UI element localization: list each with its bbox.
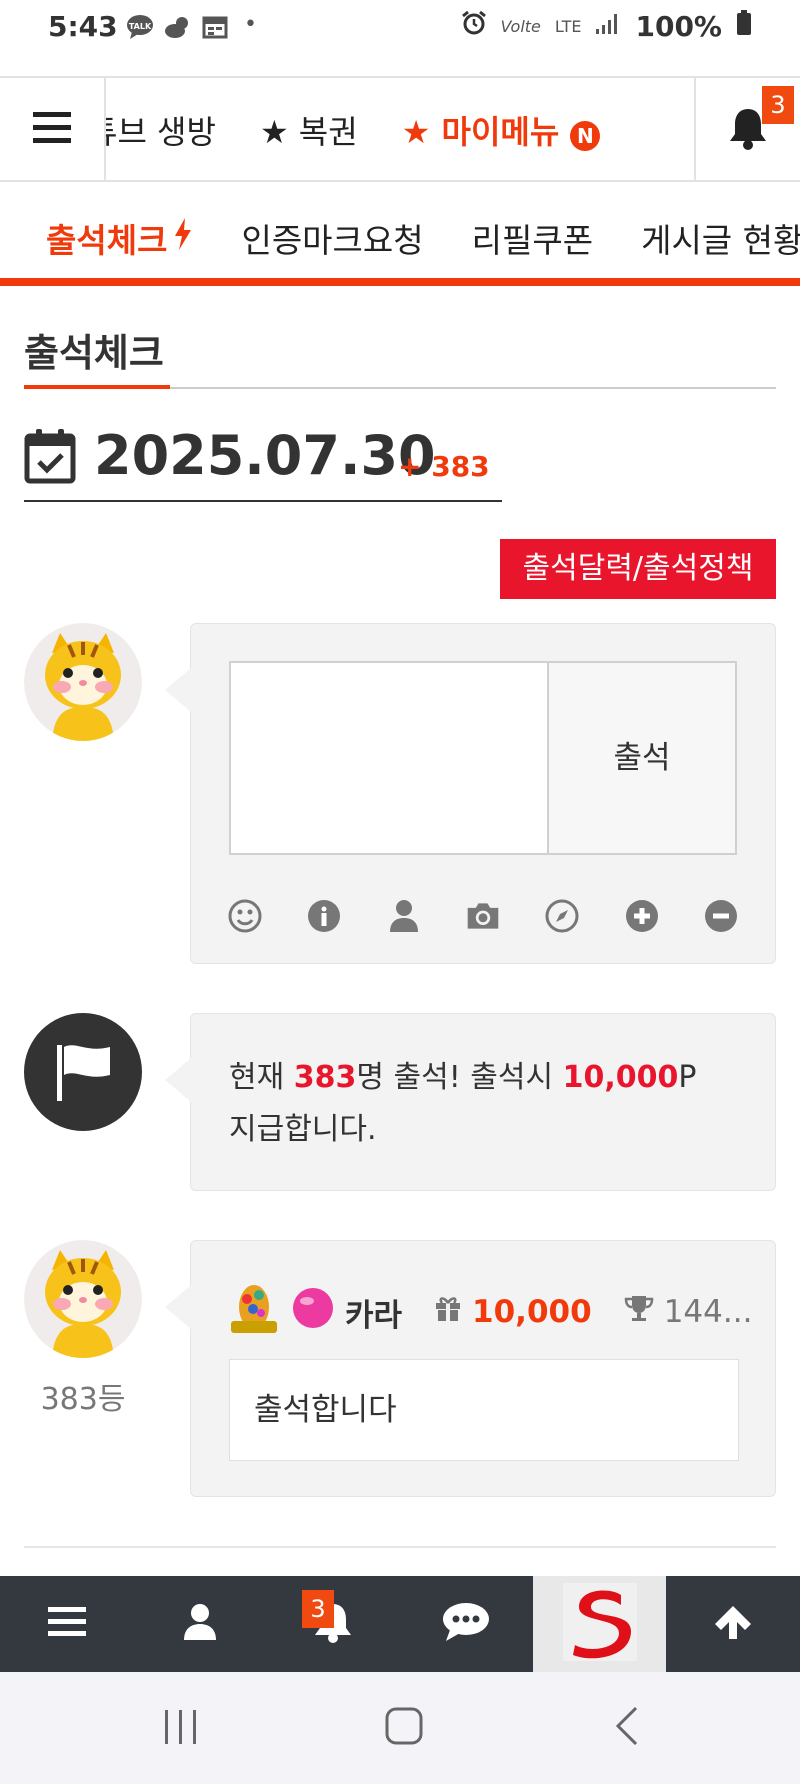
lte-icon: LTE (554, 17, 582, 36)
tab-cert-mark[interactable]: 인증마크요청 (241, 214, 423, 262)
bottom-menu-button[interactable] (0, 1576, 133, 1672)
commenter-trophy-score: 144... (663, 1294, 753, 1330)
nav-item-lottery[interactable]: ★ 복권 (260, 107, 358, 153)
level-badge-icon (227, 1279, 281, 1345)
calendar-check-icon (24, 428, 76, 488)
rank-label: 383등 (40, 1382, 126, 1417)
comment-card: 카라 10,000 144... 출석합니다 (165, 1240, 776, 1497)
tab-attendance[interactable]: 출석체크 (46, 214, 193, 262)
attendance-date: 2025.07.30 (94, 424, 436, 487)
bottom-profile-button[interactable] (133, 1576, 266, 1672)
attendance-policy-button[interactable]: 출석달력/출석정책 (500, 539, 776, 599)
comment-body: 출석합니다 (229, 1359, 739, 1461)
status-bar: 5:43 TALK • Volte LTE 100% (0, 0, 800, 76)
new-badge: N (570, 121, 601, 151)
notification-badge: 3 (762, 86, 794, 124)
scroll-top-button[interactable] (666, 1576, 799, 1672)
notice-prefix: 현재 (229, 1060, 294, 1095)
smile-icon[interactable] (227, 898, 263, 934)
attendance-count: + 383 (398, 450, 490, 483)
system-nav-bar (0, 1672, 800, 1784)
bottom-notification-button[interactable]: 3 (266, 1576, 399, 1672)
sub-nav: 출석체크 인증마크요청 리필쿠폰 게시글 현황 (0, 182, 800, 286)
lightning-icon (173, 218, 193, 258)
attendance-form-card: 출석 (165, 623, 776, 964)
nav-item-tube[interactable]: 튜브 생방 (106, 107, 216, 153)
title-divider (24, 385, 776, 389)
chat-icon (442, 1602, 490, 1646)
bubble-tail (165, 1058, 191, 1102)
signal-icon (595, 11, 621, 42)
status-time: 5:43 (48, 10, 118, 43)
notice-avatar (24, 1013, 142, 1131)
back-icon[interactable] (614, 1706, 640, 1750)
notice-text: 현재 383명 출석! 출석시 10,000P 지급합니다. (229, 1052, 729, 1156)
menu-button[interactable] (0, 78, 106, 182)
status-left-icons: TALK • (126, 14, 257, 45)
top-nav-items: 튜브 생방 ★ 복권 ★ 마이메뉴 N (106, 78, 694, 182)
user-icon (183, 1603, 217, 1645)
gem-icon (291, 1286, 335, 1338)
mymenu-label: ★ 마이메뉴 (401, 113, 560, 151)
volte-icon: Volte (500, 17, 541, 36)
bubble-tail (165, 1285, 191, 1329)
weather-icon (164, 14, 192, 45)
comment-header: 카라 10,000 144... (227, 1279, 752, 1345)
status-right-icons: Volte LTE 100% (461, 10, 752, 43)
arrow-up-icon (713, 1604, 753, 1644)
page-title: 출석체크 (24, 331, 164, 375)
camera-icon[interactable] (465, 898, 501, 934)
editor-toolbar (227, 898, 739, 934)
svg-text:TALK: TALK (129, 22, 152, 31)
commenter-points: 10,000 (472, 1294, 592, 1330)
bubble-tail (165, 668, 191, 712)
gift-icon (434, 1294, 462, 1330)
tiger-avatar-image (24, 1240, 142, 1358)
bottom-bar: 3 (0, 1576, 800, 1672)
sub-nav-underline (0, 278, 800, 286)
attendance-text-input[interactable] (229, 661, 549, 855)
compass-icon[interactable] (544, 898, 580, 934)
commenter-name[interactable]: 카라 (345, 1290, 402, 1335)
trophy-icon (624, 1294, 654, 1330)
tab-attendance-label: 출석체크 (46, 221, 168, 260)
date-block: 2025.07.30 + 383 (24, 424, 502, 502)
flag-icon (57, 1045, 110, 1101)
notice-count: 383 (293, 1060, 357, 1095)
notification-button[interactable]: 3 (694, 78, 800, 182)
dot-icon: • (244, 12, 257, 37)
attendance-submit-button[interactable]: 출석 (547, 661, 737, 855)
tab-refill-coupon[interactable]: 리필쿠폰 (472, 214, 593, 262)
section-divider (24, 1546, 776, 1548)
top-nav: 튜브 생방 ★ 복권 ★ 마이메뉴 N 3 (0, 76, 800, 182)
avatar (24, 623, 142, 741)
tiger-avatar-image (24, 623, 142, 741)
talk-icon: TALK (126, 14, 154, 45)
alarm-icon (461, 10, 487, 43)
menu-icon (47, 1607, 86, 1641)
site-logo (562, 1583, 637, 1665)
calendar-icon (202, 14, 228, 45)
bottom-notification-badge: 3 (302, 1590, 334, 1628)
hamburger-icon (33, 112, 71, 148)
notice-middle: 명 출석! 출석시 (356, 1060, 563, 1095)
nav-item-mymenu[interactable]: ★ 마이메뉴 N (402, 107, 601, 153)
notice-points: 10,000 (562, 1060, 679, 1095)
minus-circle-icon[interactable] (703, 898, 739, 934)
commenter-avatar[interactable] (24, 1240, 142, 1358)
site-logo-button[interactable] (533, 1576, 666, 1672)
plus-circle-icon[interactable] (624, 898, 660, 934)
title-accent (24, 385, 170, 389)
battery-icon (736, 10, 752, 43)
user-icon[interactable] (386, 898, 422, 934)
tab-post-status[interactable]: 게시글 현황 (641, 214, 800, 262)
notice-card: 현재 383명 출석! 출석시 10,000P 지급합니다. (165, 1013, 776, 1191)
recent-apps-icon[interactable] (162, 1708, 200, 1750)
battery-percent: 100% (635, 10, 722, 43)
bottom-chat-button[interactable] (399, 1576, 532, 1672)
info-icon[interactable] (306, 898, 342, 934)
home-icon[interactable] (384, 1706, 424, 1750)
